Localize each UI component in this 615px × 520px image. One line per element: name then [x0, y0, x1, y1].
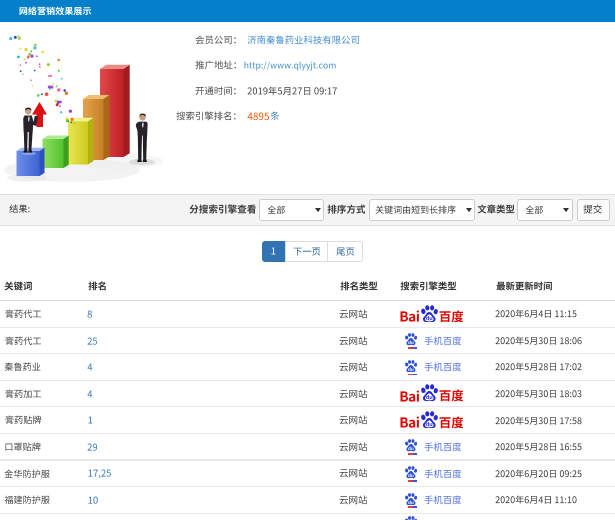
svg-text:du: du	[426, 316, 433, 322]
svg-text:du: du	[426, 396, 433, 402]
svg-text:du: du	[426, 422, 433, 428]
